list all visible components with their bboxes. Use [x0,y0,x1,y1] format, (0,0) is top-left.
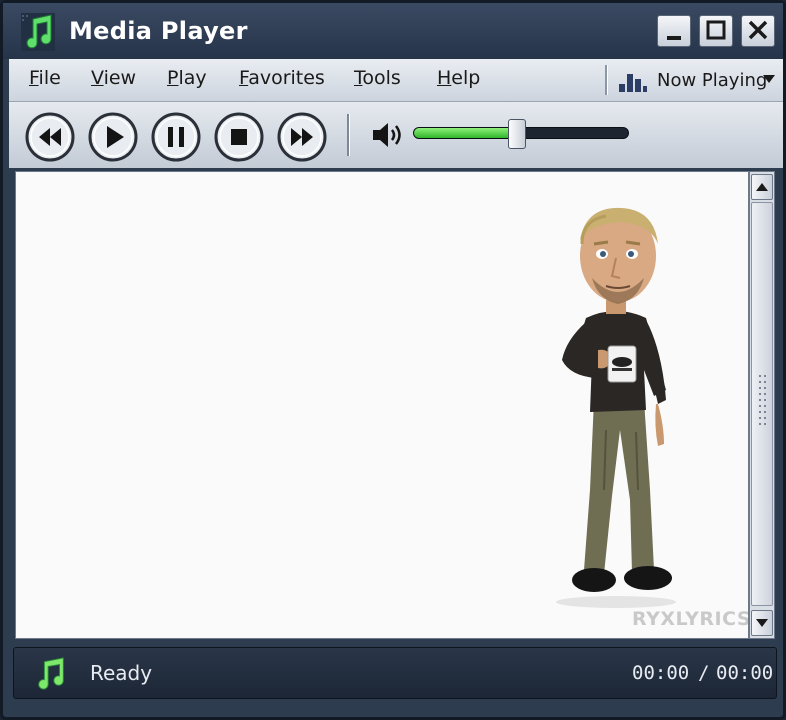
close-icon [748,20,768,40]
fast-forward-button[interactable] [277,112,327,162]
volume-slider-thumb[interactable] [507,119,526,149]
elapsed-time: 00:00 [632,662,690,684]
stop-button[interactable] [214,112,264,162]
watermark-text: RYXLYRICS [632,608,749,630]
scrollbar-thumb[interactable] [751,202,773,606]
title-bar[interactable]: Media Player [3,3,783,59]
volume-fill [414,128,517,138]
menu-separator [605,65,608,95]
menu-favorites[interactable]: Favorites [239,67,325,89]
menu-tools[interactable]: Tools [354,67,401,89]
maximize-icon [706,20,726,40]
equalizer-icon [619,74,647,92]
transport-bar [9,102,783,168]
maximize-button[interactable] [699,15,733,47]
menu-view[interactable]: View [91,67,136,89]
menu-help[interactable]: Help [437,67,480,89]
minimize-button[interactable] [657,15,691,47]
grip-icon [759,375,766,425]
now-playing-label[interactable]: Now Playing [657,70,767,91]
status-text: Ready [90,661,153,685]
arrow-up-icon [756,183,768,191]
status-bar: Ready 00:00 / 00:00 [13,647,777,699]
menu-bar: File View Play Favorites Tools Help Now … [9,59,783,102]
music-note-icon [38,657,64,690]
music-note-icon [21,13,55,51]
video-display[interactable]: RYXLYRICS [15,171,749,639]
stop-icon [231,129,247,145]
transport-separator [347,114,350,156]
media-player-window: Media Player File View Play Favorites To… [0,0,786,720]
chevron-down-icon[interactable] [763,75,775,83]
close-button[interactable] [741,15,775,47]
scroll-up-button[interactable] [751,174,773,200]
rewind-button[interactable] [25,112,75,162]
menu-file[interactable]: File [29,67,61,89]
vertical-scrollbar[interactable] [749,171,775,639]
play-button[interactable] [88,112,138,162]
arrow-down-icon [756,619,768,627]
window-title: Media Player [69,17,248,45]
speaker-icon[interactable] [371,122,403,148]
scroll-down-button[interactable] [751,610,773,636]
time-separator: / [698,662,710,684]
menu-play[interactable]: Play [167,67,207,89]
animated-character-figure [556,207,676,608]
pause-button[interactable] [151,112,201,162]
total-time: 00:00 [716,662,774,684]
minimize-icon [667,36,681,40]
